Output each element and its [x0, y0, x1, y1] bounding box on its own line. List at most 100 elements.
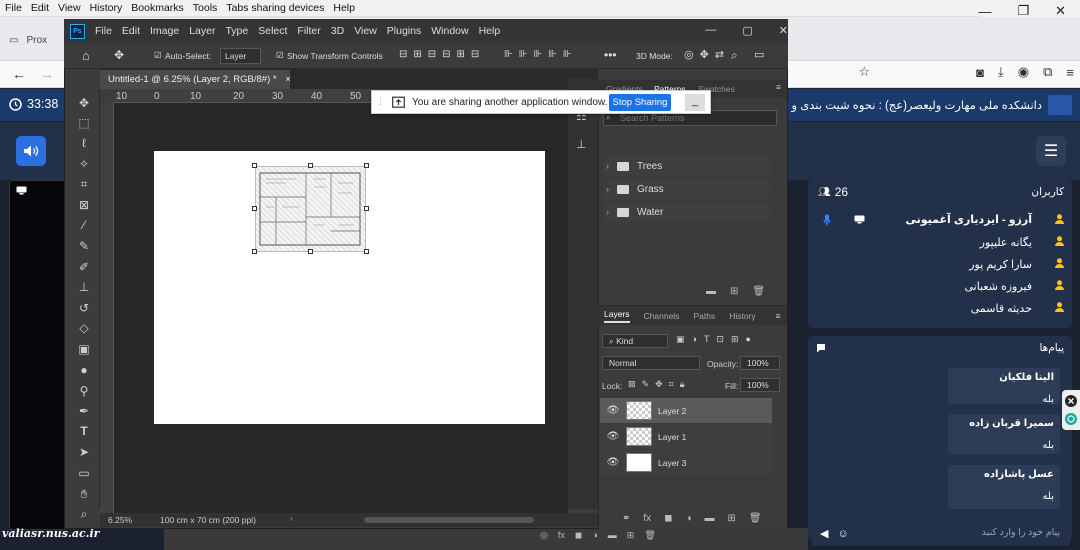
workspace-icon[interactable]: ▭ — [754, 48, 764, 61]
frame-tool-icon[interactable]: ⊠ — [76, 197, 92, 213]
fx-icon[interactable]: fx — [643, 513, 651, 524]
menu-tools[interactable]: Tools — [193, 2, 218, 14]
ps-minimize-icon[interactable]: — — [705, 24, 716, 37]
stop-sharing-button[interactable]: Stop Sharing — [609, 94, 671, 111]
visibility-eye-icon[interactable]: 👁︎ — [604, 457, 622, 468]
move-tool-icon[interactable]: ✥ — [76, 95, 92, 111]
auto-select-dropdown[interactable]: Layer — [220, 48, 262, 64]
tab-layers[interactable]: Layers — [604, 309, 630, 323]
type-tool-icon[interactable]: T — [76, 423, 92, 439]
hand-tool-icon[interactable]: ✋︎ — [76, 486, 92, 502]
ps-menu-filter[interactable]: Filter — [297, 25, 320, 37]
emoji-icon[interactable]: ☺ — [838, 528, 849, 540]
browser-tab[interactable]: ▭ Prox — [0, 25, 70, 55]
panel-menu-icon[interactable]: ≡ — [776, 82, 781, 92]
microphone-icon[interactable] — [823, 214, 831, 226]
layer-filter-dropdown[interactable]: ⌕ Kind — [602, 334, 668, 348]
status-arrow-icon[interactable]: › — [290, 513, 293, 523]
auto-select-checkbox[interactable]: ☑ — [154, 50, 162, 61]
mask-icon[interactable]: ◼ — [664, 513, 672, 524]
crop-tool-icon[interactable]: ⌗ — [76, 176, 92, 192]
layer-row[interactable]: 👁︎ Layer 2 — [600, 398, 772, 423]
ps-search-icon[interactable]: ⌕ — [731, 48, 738, 63]
transform-handle[interactable] — [308, 249, 313, 254]
transform-checkbox[interactable]: ☑ — [276, 50, 284, 61]
brush-tool-icon[interactable]: ✐ — [76, 259, 92, 275]
layer-row[interactable]: 👁︎ Layer 3 — [600, 450, 772, 475]
pen-tool-icon[interactable]: ✒ — [76, 403, 92, 419]
transform-handle[interactable] — [252, 206, 257, 211]
stamp-tool-icon[interactable]: ⊥ — [76, 279, 92, 295]
layers-panel-menu-icon[interactable]: ≡ — [776, 311, 781, 321]
ps-menu-window[interactable]: Window — [431, 25, 468, 37]
new-layer-icon[interactable]: ⊞ — [728, 513, 736, 524]
transform-handle[interactable] — [308, 163, 313, 168]
zoom-tool-icon[interactable]: ⌕ — [76, 506, 92, 522]
ps-close-icon[interactable]: ✕ — [779, 24, 788, 37]
ps-menu-view[interactable]: View — [354, 25, 377, 37]
pattern-folder[interactable]: › Trees — [604, 156, 770, 176]
pattern-folder[interactable]: › Grass — [604, 179, 770, 199]
transform-handle[interactable] — [364, 163, 369, 168]
ps-menu-layer[interactable]: Layer — [189, 25, 215, 37]
ps-menu-plugins[interactable]: Plugins — [387, 25, 421, 37]
dodge-tool-icon[interactable]: ⚲ — [76, 383, 92, 399]
user-name[interactable]: فیروزه شعبانی — [964, 280, 1032, 293]
placed-floorplan-layer[interactable] — [255, 166, 366, 252]
download-icon[interactable]: ⤓ — [998, 64, 1004, 80]
user-name[interactable]: یگانه علیپور — [980, 236, 1032, 249]
transform-handle[interactable] — [252, 249, 257, 254]
blend-mode-dropdown[interactable]: Normal — [602, 356, 700, 370]
horizontal-scrollbar[interactable] — [364, 517, 534, 523]
menu-file[interactable]: File — [5, 2, 22, 14]
menu-view[interactable]: View — [58, 2, 81, 14]
properties-icon[interactable]: ⊥ — [576, 137, 598, 151]
fill-input[interactable]: 100% — [740, 378, 780, 392]
side-floating-badge[interactable] — [1062, 390, 1080, 430]
menu-help[interactable]: Help — [333, 2, 355, 14]
visibility-eye-icon[interactable]: 👁︎ — [604, 431, 622, 442]
audio-button[interactable] — [16, 136, 46, 166]
menu-bookmarks[interactable]: Bookmarks — [131, 2, 184, 14]
path-selection-tool-icon[interactable]: ➤ — [76, 444, 92, 460]
ps-menu-select[interactable]: Select — [258, 25, 287, 37]
eyedropper-tool-icon[interactable]: ⁄ — [76, 217, 92, 233]
tab-history[interactable]: History — [729, 311, 755, 321]
distribute-icons[interactable]: ⊪⊪⊪⊪⊪ — [504, 49, 578, 60]
adjustment-layer-icon[interactable]: ◑ — [685, 513, 691, 524]
trash-icon[interactable]: 🗑︎ — [749, 513, 762, 524]
ps-menu-help[interactable]: Help — [479, 25, 501, 37]
3d-mode-icons[interactable]: ◎✥⇄ — [684, 48, 730, 61]
ps-menu-3d[interactable]: 3D — [331, 25, 344, 37]
overflow-menu-icon[interactable]: ≡ — [1066, 65, 1074, 80]
pocket-icon[interactable]: ◙ — [976, 65, 984, 80]
link-icon[interactable]: ⚭ — [622, 513, 630, 524]
ps-menu-file[interactable]: File — [95, 25, 112, 37]
ps-document-tab[interactable]: Untitled-1 @ 6.25% (Layer 2, RGB/8#) * × — [100, 70, 291, 89]
marquee-tool-icon[interactable]: ⬚ — [76, 115, 92, 131]
ps-menu-type[interactable]: Type — [225, 25, 248, 37]
menu-edit[interactable]: Edit — [31, 2, 49, 14]
layer-filter-icons[interactable]: ▣◑T⊡⊞● — [676, 334, 758, 345]
transform-handle[interactable] — [364, 249, 369, 254]
eraser-tool-icon[interactable]: ◇ — [76, 320, 92, 336]
bookmark-star-icon[interactable]: ☆ — [859, 64, 871, 80]
new-group-icon[interactable]: ▬ — [706, 286, 716, 297]
gradient-tool-icon[interactable]: ▣ — [76, 341, 92, 357]
more-options-icon[interactable]: ••• — [604, 48, 617, 62]
forward-icon[interactable]: → — [40, 66, 54, 82]
lock-icons[interactable]: ⊠✎✥⌗🔒︎ — [628, 379, 690, 390]
move-tool-icon[interactable]: ✥ — [114, 48, 124, 62]
drag-handle-icon[interactable]: ⋮ — [376, 96, 385, 107]
transform-handle[interactable] — [364, 206, 369, 211]
pattern-folder[interactable]: › Water — [604, 202, 770, 222]
hamburger-menu-button[interactable]: ☰ — [1036, 136, 1066, 166]
ps-menu-image[interactable]: Image — [150, 25, 179, 37]
user-name[interactable]: سارا کریم پور — [969, 258, 1032, 271]
transform-handle[interactable] — [252, 163, 257, 168]
lasso-tool-icon[interactable]: ℓ — [76, 135, 92, 151]
doc-tab-close-icon[interactable]: × — [285, 74, 291, 85]
message-input[interactable]: پیام خود را وارد کنید — [812, 520, 1070, 546]
menu-history[interactable]: History — [90, 2, 123, 14]
user-name[interactable]: آرزو - ایزدیاری آغمیونی — [906, 213, 1032, 226]
